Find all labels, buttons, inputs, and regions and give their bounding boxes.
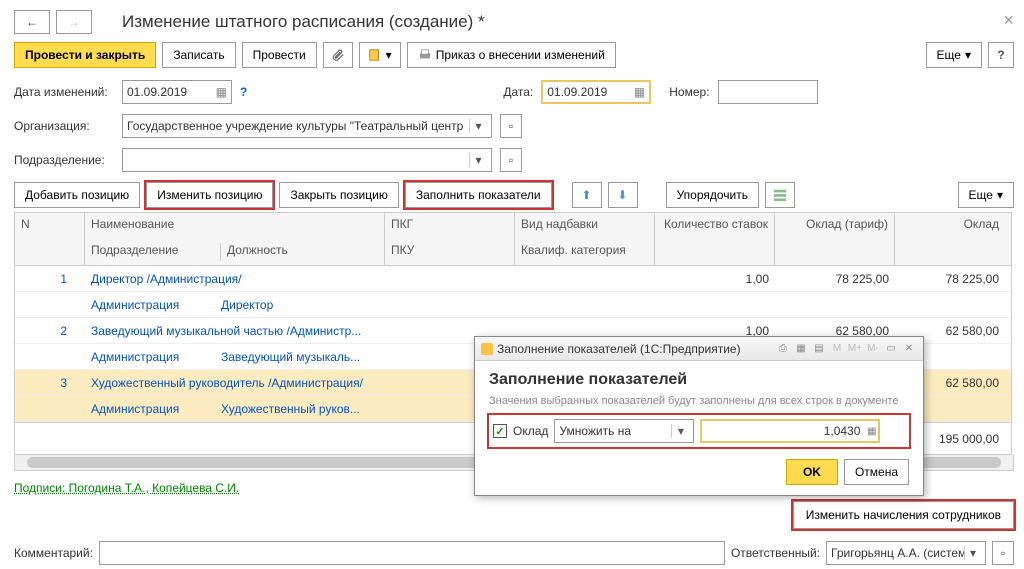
dept-open-button[interactable]: ▫: [500, 148, 522, 172]
modal-close-icon[interactable]: ✕: [901, 341, 917, 357]
m-plus-icon[interactable]: M+: [847, 341, 863, 357]
comment-label: Комментарий:: [14, 546, 93, 560]
table-row[interactable]: АдминистрацияДиректор: [15, 292, 1011, 318]
modal-header: Заполнение показателей: [489, 371, 909, 389]
more-button[interactable]: Еще ▾: [926, 42, 982, 68]
responsible-open-button[interactable]: ▫: [992, 541, 1014, 565]
dept-label: Подразделение:: [14, 153, 114, 167]
cancel-button[interactable]: Отмена: [844, 459, 909, 485]
fill-indicators-dialog: Заполнение показателей (1С:Предприятие) …: [474, 336, 924, 496]
m-icon[interactable]: M: [829, 341, 845, 357]
col-pkg: ПКГ: [385, 213, 515, 239]
order-button[interactable]: Упорядочить: [666, 182, 759, 208]
post-and-close-button[interactable]: Провести и закрыть: [14, 42, 156, 68]
min-icon[interactable]: ▭: [883, 341, 899, 357]
change-position-button[interactable]: Изменить позицию: [146, 182, 273, 208]
print-order-button[interactable]: Приказ о внесении изменений: [407, 42, 616, 68]
table-row[interactable]: 1 Директор /Администрация/ 1,00 78 225,0…: [15, 266, 1011, 292]
page-title: Изменение штатного расписания (создание)…: [122, 12, 485, 32]
operation-select[interactable]: Умножить на▾: [554, 419, 694, 443]
move-down-button[interactable]: ⬇: [608, 182, 638, 208]
calc-icon[interactable]: ▤: [811, 341, 827, 357]
print-icon[interactable]: ⎙: [775, 341, 791, 357]
cal-icon[interactable]: ▦: [793, 341, 809, 357]
number-input[interactable]: [718, 80, 818, 104]
post-button[interactable]: Провести: [242, 42, 317, 68]
ok-button[interactable]: OK: [786, 459, 838, 485]
move-up-button[interactable]: ⬆: [572, 182, 602, 208]
col-name: Наименование: [85, 213, 385, 239]
org-input[interactable]: Государственное учреждение культуры "Теа…: [122, 114, 492, 138]
m-minus-icon[interactable]: M-: [865, 341, 881, 357]
responsible-label: Ответственный:: [731, 546, 820, 560]
save-button[interactable]: Записать: [162, 42, 235, 68]
col-okl: Оклад: [895, 213, 1005, 239]
back-button[interactable]: ←: [14, 10, 50, 34]
close-icon[interactable]: ×: [1003, 10, 1014, 31]
table-more-button[interactable]: Еще ▾: [958, 182, 1014, 208]
oklad-label: Оклад: [513, 424, 548, 438]
settings-button[interactable]: [765, 182, 795, 208]
multiplier-input[interactable]: 1,0430▦: [700, 419, 880, 443]
org-label: Организация:: [14, 119, 114, 133]
signatures-link[interactable]: Подписи: Погодина Т.А., Копейцева С.И.: [14, 481, 239, 495]
responsible-input[interactable]: Григорьянц А.А. (системн▾: [826, 541, 986, 565]
add-position-button[interactable]: Добавить позицию: [14, 182, 140, 208]
date-label: Дата:: [503, 85, 533, 99]
col-kol: Количество ставок: [655, 213, 775, 239]
col-okt: Оклад (тариф): [775, 213, 895, 239]
col-n: N: [15, 213, 85, 239]
fill-indicators-button[interactable]: Заполнить показатели: [405, 182, 552, 208]
date-input[interactable]: 01.09.2019▦: [541, 80, 651, 104]
dept-input[interactable]: ▾: [122, 148, 492, 172]
col-vid: Вид надбавки: [515, 213, 655, 239]
attach-button[interactable]: [323, 42, 353, 68]
app-icon: [481, 343, 493, 355]
help-button[interactable]: ?: [988, 42, 1014, 68]
date-help-icon[interactable]: ?: [240, 85, 247, 99]
modal-desc: Значения выбранных показателей будут зап…: [489, 395, 909, 407]
change-employee-accruals-button[interactable]: Изменить начисления сотрудников: [793, 501, 1014, 529]
modal-title: Заполнение показателей (1С:Предприятие): [497, 342, 741, 356]
close-position-button[interactable]: Закрыть позицию: [279, 182, 398, 208]
number-label: Номер:: [669, 85, 709, 99]
org-open-button[interactable]: ▫: [500, 114, 522, 138]
date-change-input[interactable]: 01.09.2019▦: [122, 80, 232, 104]
forward-button[interactable]: →: [56, 10, 92, 34]
date-change-label: Дата изменений:: [14, 85, 114, 99]
report-button[interactable]: ▾: [359, 42, 401, 68]
comment-input[interactable]: [99, 541, 725, 565]
oklad-checkbox[interactable]: ✓: [493, 424, 507, 438]
